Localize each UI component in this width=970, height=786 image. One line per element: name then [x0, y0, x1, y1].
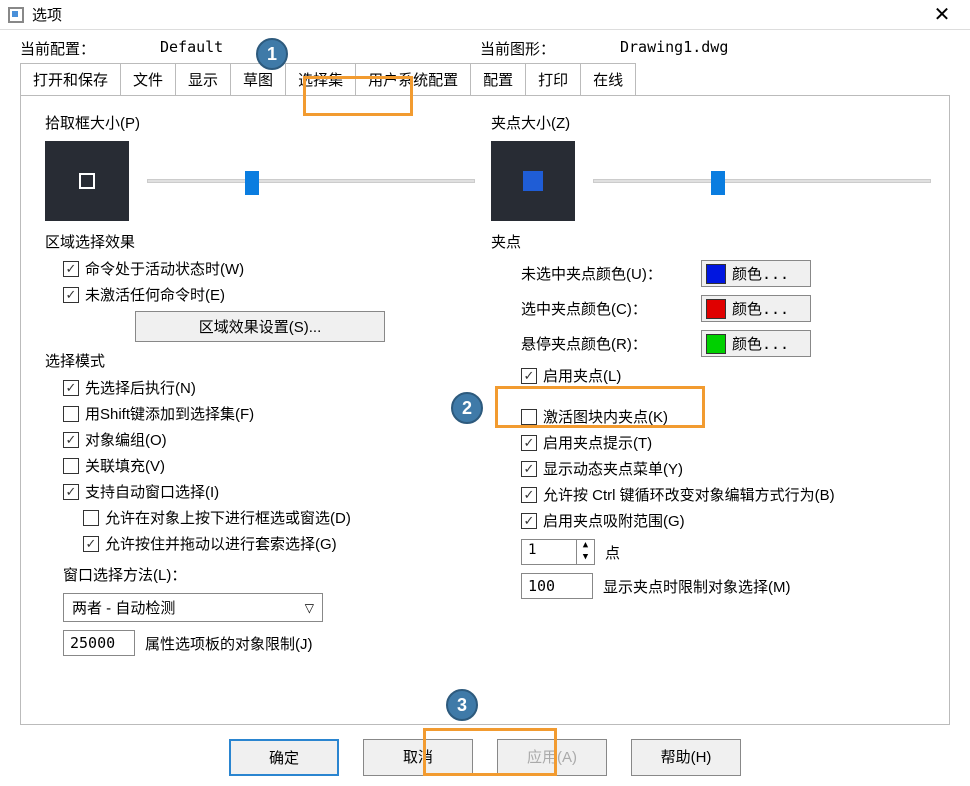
- titlebar: 选项 ✕: [0, 0, 970, 30]
- chk-lasso-label: 允许按住并拖动以进行套索选择(G): [105, 533, 337, 554]
- property-limit-input[interactable]: 25000: [63, 630, 135, 656]
- gripsize-label: 夹点大小(Z): [491, 112, 931, 133]
- chk-active-command[interactable]: [63, 261, 79, 277]
- right-pane: 夹点大小(Z) 夹点 未选中夹点颜色(U)： 颜色... 选中夹点颜色(C)：: [491, 108, 931, 607]
- chk-assoc-hatch-label: 关联填充(V): [85, 455, 165, 476]
- grip-limit-label: 显示夹点时限制对象选择(M): [603, 576, 791, 597]
- chk-dynamic-grip-menu-label: 显示动态夹点菜单(Y): [543, 458, 683, 479]
- left-pane: 拾取框大小(P) 区域选择效果 命令处于活动状态时(W) 未激活任何命令时(E)…: [45, 108, 475, 664]
- gripsize-preview-icon: [523, 171, 543, 191]
- chk-assoc-hatch[interactable]: [63, 458, 79, 474]
- property-limit-label: 属性选项板的对象限制(J): [145, 633, 313, 654]
- grip-limit-input[interactable]: 100: [521, 573, 593, 599]
- chk-block-grips[interactable]: [521, 409, 537, 425]
- chk-enable-grips-label: 启用夹点(L): [543, 365, 621, 386]
- chk-dynamic-grip-menu[interactable]: [521, 461, 537, 477]
- chk-auto-window-label: 支持自动窗口选择(I): [85, 481, 219, 502]
- content-pane: 拾取框大小(P) 区域选择效果 命令处于活动状态时(W) 未激活任何命令时(E)…: [20, 95, 950, 725]
- tab-display[interactable]: 显示: [176, 63, 231, 95]
- spinner-down-icon[interactable]: ▼: [577, 552, 594, 564]
- snap-points-value: 1: [522, 540, 576, 564]
- current-drawing-value: Drawing1.dwg: [620, 38, 800, 59]
- color-selected-button[interactable]: 颜色...: [701, 295, 811, 322]
- chk-auto-window[interactable]: [63, 484, 79, 500]
- apply-button: 应用(A): [497, 739, 607, 776]
- window-method-label: 窗口选择方法(L)：: [63, 564, 475, 585]
- window-method-dropdown[interactable]: 两者 - 自动检测 ▽: [63, 593, 323, 622]
- tab-file[interactable]: 文件: [121, 63, 176, 95]
- chk-ctrl-cycle-label: 允许按 Ctrl 键循环改变对象编辑方式行为(B): [543, 484, 835, 505]
- close-button[interactable]: ✕: [922, 2, 962, 27]
- chk-ctrl-cycle[interactable]: [521, 487, 537, 503]
- color-selected-label: 选中夹点颜色(C)：: [521, 298, 701, 319]
- chk-no-active-command[interactable]: [63, 287, 79, 303]
- chk-grip-tips-label: 启用夹点提示(T): [543, 432, 652, 453]
- color-hover-swatch: [706, 334, 726, 354]
- chk-shift-add-label: 用Shift键添加到选择集(F): [85, 403, 254, 424]
- gripsize-slider[interactable]: [593, 171, 931, 191]
- window-method-value: 两者 - 自动检测: [72, 597, 175, 618]
- config-row: 当前配置： Default 当前图形： Drawing1.dwg: [0, 30, 970, 63]
- callout-3: 3: [446, 689, 478, 721]
- tab-print[interactable]: 打印: [526, 63, 581, 95]
- window-title: 选项: [32, 4, 922, 25]
- color-button-label: 颜色...: [732, 333, 789, 354]
- pickbox-slider[interactable]: [147, 171, 475, 191]
- chk-shift-add[interactable]: [63, 406, 79, 422]
- color-selected-swatch: [706, 299, 726, 319]
- color-hover-button[interactable]: 颜色...: [701, 330, 811, 357]
- tab-selection[interactable]: 选择集: [286, 63, 356, 95]
- pickbox-preview: [45, 141, 129, 221]
- chk-object-group[interactable]: [63, 432, 79, 448]
- pickbox-size-label: 拾取框大小(P): [45, 112, 475, 133]
- region-effect-settings-button[interactable]: 区域效果设置(S)...: [135, 311, 385, 342]
- tab-online[interactable]: 在线: [581, 63, 636, 95]
- tab-user-pref[interactable]: 用户系统配置: [356, 63, 471, 95]
- chk-no-active-command-label: 未激活任何命令时(E): [85, 284, 225, 305]
- pickbox-preview-icon: [79, 173, 95, 189]
- chk-grip-tips[interactable]: [521, 435, 537, 451]
- chk-noun-verb-label: 先选择后执行(N): [85, 377, 196, 398]
- ok-button[interactable]: 确定: [229, 739, 339, 776]
- color-button-label: 颜色...: [732, 298, 789, 319]
- color-unselected-button[interactable]: 颜色...: [701, 260, 811, 287]
- tab-open-save[interactable]: 打开和保存: [20, 63, 121, 95]
- spinner-up-icon[interactable]: ▲: [577, 540, 594, 552]
- chk-active-command-label: 命令处于活动状态时(W): [85, 258, 244, 279]
- current-drawing-label: 当前图形：: [480, 38, 620, 59]
- chevron-down-icon: ▽: [305, 601, 314, 615]
- color-button-label: 颜色...: [732, 263, 789, 284]
- chk-object-group-label: 对象编组(O): [85, 429, 167, 450]
- color-unselected-swatch: [706, 264, 726, 284]
- tab-profile[interactable]: 配置: [471, 63, 526, 95]
- current-config-value: Default: [160, 38, 340, 59]
- gripsize-preview: [491, 141, 575, 221]
- callout-2: 2: [451, 392, 483, 424]
- snap-points-label: 点: [605, 542, 620, 563]
- chk-noun-verb[interactable]: [63, 380, 79, 396]
- region-select-title: 区域选择效果: [45, 231, 475, 252]
- tabs: 打开和保存 文件 显示 草图 选择集 用户系统配置 配置 打印 在线: [0, 63, 970, 95]
- current-config-label: 当前配置：: [20, 38, 160, 59]
- cancel-button[interactable]: 取消: [363, 739, 473, 776]
- chk-grip-snap-label: 启用夹点吸附范围(G): [543, 510, 685, 531]
- app-icon: [8, 7, 24, 23]
- chk-enable-grips[interactable]: [521, 368, 537, 384]
- grip-title: 夹点: [491, 231, 931, 252]
- help-button[interactable]: 帮助(H): [631, 739, 741, 776]
- chk-press-drag-window[interactable]: [83, 510, 99, 526]
- selection-mode-title: 选择模式: [45, 350, 475, 371]
- chk-grip-snap[interactable]: [521, 513, 537, 529]
- chk-block-grips-label: 激活图块内夹点(K): [543, 406, 668, 427]
- dialog-buttons: 确定 取消 应用(A) 帮助(H): [0, 739, 970, 776]
- chk-lasso[interactable]: [83, 536, 99, 552]
- chk-press-drag-window-label: 允许在对象上按下进行框选或窗选(D): [105, 507, 351, 528]
- color-hover-label: 悬停夹点颜色(R)：: [521, 333, 701, 354]
- color-unselected-label: 未选中夹点颜色(U)：: [521, 263, 701, 284]
- snap-points-spinner[interactable]: 1 ▲▼: [521, 539, 595, 565]
- callout-1: 1: [256, 38, 288, 70]
